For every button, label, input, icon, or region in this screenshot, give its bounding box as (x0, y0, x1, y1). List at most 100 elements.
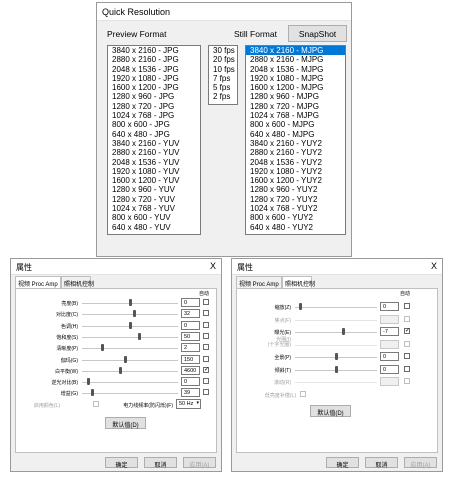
value-field[interactable]: 39 (181, 388, 200, 398)
close-icon[interactable]: X (210, 261, 216, 271)
slider-track[interactable] (82, 359, 178, 361)
slider-thumb[interactable] (128, 321, 132, 329)
preview-format-item[interactable]: 1280 x 960 - JPG (108, 92, 200, 101)
value-field[interactable]: 50 (181, 331, 200, 341)
auto-checkbox[interactable] (203, 310, 209, 317)
default-button[interactable]: 默认值(D) (105, 417, 146, 429)
still-format-item[interactable]: 1920 x 1080 - MJPG (246, 74, 345, 83)
cancel-button[interactable]: 取消 (144, 457, 177, 469)
value-field[interactable]: 0 (181, 320, 200, 330)
apply-button[interactable]: 应用(A) (183, 457, 216, 469)
fps-item[interactable]: 5 fps (209, 83, 237, 92)
cancel-button[interactable]: 取消 (365, 457, 398, 469)
slider-track[interactable] (82, 382, 178, 384)
auto-checkbox[interactable]: ✓ (404, 328, 410, 334)
still-format-item[interactable]: 800 x 600 - MJPG (246, 120, 345, 129)
slider-thumb[interactable] (100, 344, 104, 352)
preview-format-item[interactable]: 1024 x 768 - JPG (108, 111, 200, 120)
still-format-item[interactable]: 1024 x 768 - MJPG (246, 111, 345, 120)
still-format-item[interactable]: 2880 x 2160 - YUY2 (246, 148, 345, 157)
preview-format-item[interactable]: 1280 x 720 - JPG (108, 102, 200, 111)
slider-track[interactable] (295, 319, 377, 321)
preview-format-item[interactable]: 3840 x 2160 - YUV (108, 139, 200, 148)
preview-format-item[interactable]: 1024 x 768 - YUV (108, 204, 200, 213)
still-format-item[interactable]: 1920 x 1080 - YUY2 (246, 167, 345, 176)
preview-format-list[interactable]: 3840 x 2160 - JPG 2880 x 2160 - JPG 2048 x… (107, 45, 201, 235)
low-light-checkbox[interactable] (300, 391, 306, 397)
auto-checkbox[interactable] (404, 303, 410, 309)
value-field[interactable]: 150 (181, 354, 200, 364)
slider-thumb[interactable] (91, 389, 95, 397)
slider-thumb[interactable] (334, 353, 338, 360)
fps-item[interactable]: 2 fps (209, 92, 237, 101)
value-field[interactable]: 0 (380, 352, 399, 361)
slider-thumb[interactable] (133, 310, 137, 318)
preview-format-item[interactable]: 640 x 480 - YUV (108, 223, 200, 232)
value-field[interactable]: -7 (380, 327, 399, 336)
preview-format-item[interactable]: 3840 x 2160 - JPG (108, 46, 200, 55)
still-format-item[interactable]: 1600 x 1200 - YUY2 (246, 176, 345, 185)
preview-format-item[interactable]: 1600 x 1200 - YUV (108, 176, 200, 185)
value-field[interactable]: 4600 (181, 365, 200, 375)
still-format-list[interactable]: 3840 x 2160 - MJPG 2880 x 2160 - MJPG 2048… (245, 45, 346, 235)
ok-button[interactable]: 确定 (326, 457, 359, 469)
auto-checkbox[interactable] (404, 378, 410, 384)
still-format-item[interactable]: 640 x 480 - MJPG (246, 130, 345, 139)
preview-format-item[interactable]: 1280 x 960 - YUV (108, 185, 200, 194)
preview-format-item[interactable]: 1920 x 1080 - JPG (108, 74, 200, 83)
auto-checkbox[interactable] (404, 365, 410, 372)
still-format-item[interactable]: 1280 x 960 - MJPG (246, 92, 345, 101)
apply-button[interactable]: 应用(A) (404, 457, 437, 469)
slider-thumb[interactable] (137, 332, 141, 340)
preview-format-item[interactable]: 1920 x 1080 - YUV (108, 167, 200, 176)
slider-thumb[interactable] (298, 303, 302, 310)
preview-format-item[interactable]: 1280 x 720 - YUV (108, 195, 200, 204)
preview-format-item[interactable]: 800 x 600 - JPG (108, 120, 200, 129)
still-format-item[interactable]: 1024 x 768 - YUY2 (246, 204, 345, 213)
auto-checkbox[interactable]: ✓ (203, 366, 209, 373)
tab-video-proc-amp[interactable]: 视频 Proc Amp (236, 276, 282, 288)
snapshot-button[interactable]: SnapShot (288, 25, 347, 42)
auto-checkbox[interactable] (203, 332, 209, 339)
auto-checkbox[interactable] (203, 344, 209, 351)
color-enable-checkbox[interactable] (93, 401, 99, 407)
slider-thumb[interactable] (334, 365, 338, 373)
still-format-item[interactable]: 1280 x 960 - YUY2 (246, 185, 345, 194)
fps-item[interactable]: 10 fps (209, 65, 237, 74)
slider-track[interactable] (295, 344, 377, 346)
still-format-item[interactable]: 1280 x 720 - MJPG (246, 102, 345, 111)
fps-item[interactable]: 7 fps (209, 74, 237, 83)
preview-format-item[interactable]: 640 x 480 - JPG (108, 130, 200, 139)
preview-format-item[interactable]: 2048 x 1536 - YUV (108, 158, 200, 167)
auto-checkbox[interactable] (203, 321, 209, 328)
auto-checkbox[interactable] (203, 355, 209, 362)
fps-item[interactable]: 30 fps (209, 46, 237, 55)
value-field[interactable]: 0 (380, 364, 399, 374)
still-format-item[interactable]: 3840 x 2160 - MJPG (246, 46, 345, 56)
power-frequency-select[interactable]: 50 Hz ▾ (176, 399, 201, 409)
preview-format-item[interactable]: 1600 x 1200 - JPG (108, 83, 200, 92)
preview-format-item[interactable]: 800 x 600 - YUV (108, 213, 200, 222)
still-format-item[interactable]: 3840 x 2160 - YUY2 (246, 139, 345, 148)
default-button[interactable]: 默认值(D) (310, 405, 351, 417)
tab-video-proc-amp[interactable]: 视频 Proc Amp (15, 276, 61, 288)
slider-thumb[interactable] (123, 355, 127, 363)
slider-track[interactable] (82, 393, 178, 395)
preview-format-item[interactable]: 2880 x 2160 - JPG (108, 55, 200, 64)
close-icon[interactable]: X (431, 261, 437, 271)
tab-camera-control[interactable]: 照相机控制 (282, 276, 315, 288)
value-field[interactable]: 0 (380, 302, 399, 311)
still-format-item[interactable]: 640 x 480 - YUY2 (246, 223, 345, 232)
value-field[interactable]: 0 (181, 377, 200, 387)
auto-checkbox[interactable] (203, 378, 209, 385)
still-format-item[interactable]: 2880 x 2160 - MJPG (246, 55, 345, 64)
still-format-item[interactable]: 1280 x 720 - YUY2 (246, 195, 345, 204)
ok-button[interactable]: 确定 (105, 457, 138, 469)
value-field[interactable]: 0 (181, 298, 200, 307)
still-format-item[interactable]: 2048 x 1536 - MJPG (246, 65, 345, 74)
value-field[interactable]: 2 (181, 343, 200, 353)
auto-checkbox[interactable] (203, 389, 209, 396)
value-field[interactable]: 32 (181, 309, 200, 319)
slider-track[interactable] (82, 348, 178, 350)
slider-track[interactable] (295, 332, 377, 333)
